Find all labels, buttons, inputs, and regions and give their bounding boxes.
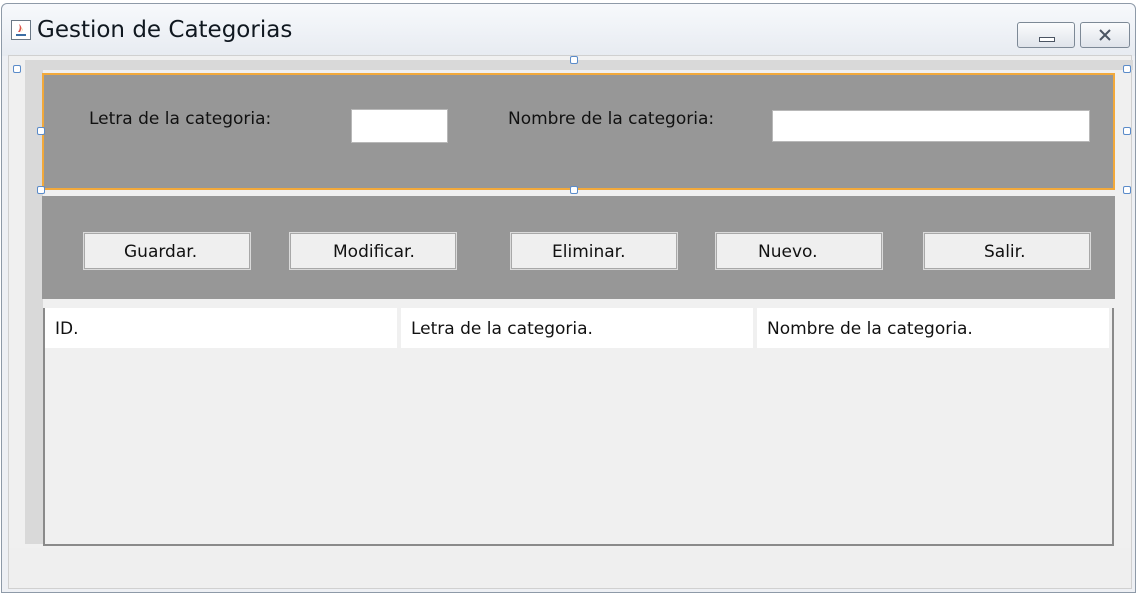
java-app-icon bbox=[11, 20, 31, 40]
guardar-button[interactable]: Guardar. bbox=[83, 232, 251, 270]
column-header-id[interactable]: ID. bbox=[45, 308, 397, 348]
column-header-nombre[interactable]: Nombre de la categoria. bbox=[757, 308, 1109, 348]
resize-handle[interactable] bbox=[1123, 65, 1131, 73]
resize-handle[interactable] bbox=[1123, 127, 1131, 135]
resize-handle[interactable] bbox=[37, 127, 45, 135]
status-area bbox=[9, 548, 1131, 588]
resize-handle[interactable] bbox=[13, 65, 21, 73]
resize-handle[interactable] bbox=[570, 56, 578, 64]
app-window: Gestion de Categorias Letra de la catego… bbox=[1, 3, 1136, 593]
window-title: Gestion de Categorias bbox=[37, 17, 293, 43]
guardar-label: Guardar. bbox=[124, 242, 198, 262]
modificar-label: Modificar. bbox=[333, 242, 415, 262]
nombre-input[interactable] bbox=[772, 110, 1090, 142]
resize-handle[interactable] bbox=[570, 186, 578, 194]
nuevo-button[interactable]: Nuevo. bbox=[715, 232, 883, 270]
category-form-panel: Letra de la categoria: Nombre de la cate… bbox=[42, 73, 1115, 190]
actions-panel: Guardar. Modificar. Eliminar. Nuevo. Sal… bbox=[42, 196, 1115, 299]
letra-label: Letra de la categoria: bbox=[89, 109, 272, 129]
layout-guide-top bbox=[25, 60, 1133, 70]
content-pane: Letra de la categoria: Nombre de la cate… bbox=[8, 55, 1133, 589]
categories-table[interactable]: ID. Letra de la categoria. Nombre de la … bbox=[43, 308, 1114, 546]
title-bar[interactable]: Gestion de Categorias bbox=[2, 4, 1135, 56]
minimize-icon bbox=[1039, 37, 1055, 42]
salir-label: Salir. bbox=[984, 242, 1026, 262]
modificar-button[interactable]: Modificar. bbox=[289, 232, 457, 270]
resize-handle[interactable] bbox=[1123, 186, 1131, 194]
nombre-label: Nombre de la categoria: bbox=[508, 109, 715, 129]
column-header-letra[interactable]: Letra de la categoria. bbox=[401, 308, 753, 348]
salir-button[interactable]: Salir. bbox=[923, 232, 1091, 270]
resize-handle[interactable] bbox=[37, 186, 45, 194]
eliminar-button[interactable]: Eliminar. bbox=[510, 232, 678, 270]
minimize-button[interactable] bbox=[1017, 22, 1075, 48]
close-icon bbox=[1099, 29, 1111, 41]
letra-input[interactable] bbox=[351, 109, 448, 143]
close-button[interactable] bbox=[1080, 22, 1130, 48]
nuevo-label: Nuevo. bbox=[758, 242, 818, 262]
eliminar-label: Eliminar. bbox=[552, 242, 626, 262]
